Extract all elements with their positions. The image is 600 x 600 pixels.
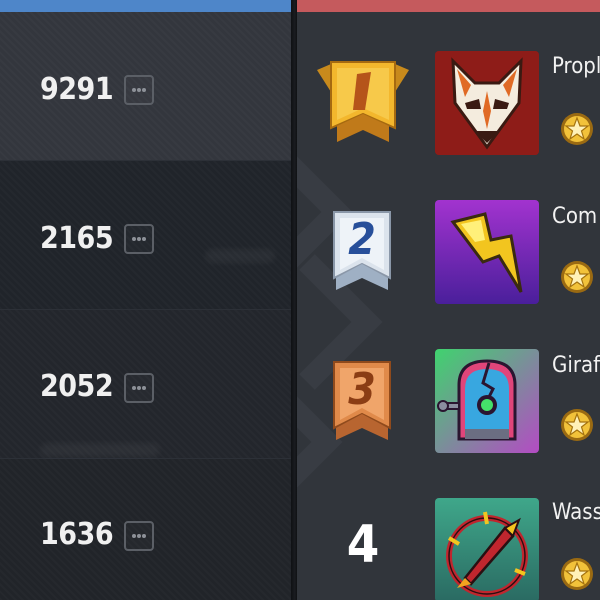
more-dots-icon bbox=[132, 88, 146, 92]
more-options-button[interactable] bbox=[124, 373, 154, 403]
left-row-2[interactable]: 2165 bbox=[0, 161, 293, 310]
left-team-color-bar bbox=[0, 0, 293, 12]
star-coin-icon bbox=[561, 409, 593, 441]
player-avatar[interactable] bbox=[435, 51, 539, 155]
left-row-4[interactable]: 1636 bbox=[0, 459, 293, 600]
more-dots-icon bbox=[132, 386, 146, 390]
more-dots-icon bbox=[132, 237, 146, 241]
gold-rank-ribbon-icon bbox=[317, 61, 409, 142]
left-row-1[interactable]: 9291 bbox=[0, 12, 293, 161]
star-coin-icon bbox=[561, 261, 593, 293]
player-name: Giraf bbox=[552, 353, 600, 378]
rank-number: 4 bbox=[346, 515, 380, 575]
player-score: 2165 bbox=[40, 221, 114, 256]
player-score: 1636 bbox=[40, 517, 114, 552]
player-score: 9291 bbox=[40, 72, 114, 107]
player-name: Wass bbox=[552, 500, 600, 525]
left-team-panel: 9291 2165 2052 1636 bbox=[0, 0, 293, 600]
blurred-label bbox=[40, 443, 160, 457]
right-team-color-bar bbox=[297, 0, 600, 12]
blurred-label bbox=[205, 249, 275, 263]
rocket-target-avatar-icon bbox=[435, 498, 539, 600]
star-coin-icon bbox=[561, 113, 593, 145]
more-dots-icon bbox=[132, 534, 146, 538]
player-avatar[interactable] bbox=[435, 349, 539, 453]
rank-number: 2 bbox=[348, 214, 376, 265]
left-row-3[interactable]: 2052 bbox=[0, 310, 293, 459]
player-name: Com bbox=[552, 204, 598, 229]
player-avatar[interactable] bbox=[435, 200, 539, 304]
rank-number: 3 bbox=[348, 364, 376, 415]
player-avatar[interactable] bbox=[435, 498, 539, 600]
star-coin-icon bbox=[561, 558, 593, 590]
right-team-panel: Propl 2 Com 3 Giraf 4 Wass bbox=[297, 0, 600, 600]
lightning-bolt-avatar-icon bbox=[435, 200, 539, 304]
player-score: 2052 bbox=[40, 369, 114, 404]
more-options-button[interactable] bbox=[124, 224, 154, 254]
robot-head-avatar-icon bbox=[435, 349, 539, 453]
more-options-button[interactable] bbox=[124, 521, 154, 551]
player-name: Propl bbox=[552, 54, 600, 79]
fox-mask-avatar-icon bbox=[435, 51, 539, 155]
more-options-button[interactable] bbox=[124, 75, 154, 105]
